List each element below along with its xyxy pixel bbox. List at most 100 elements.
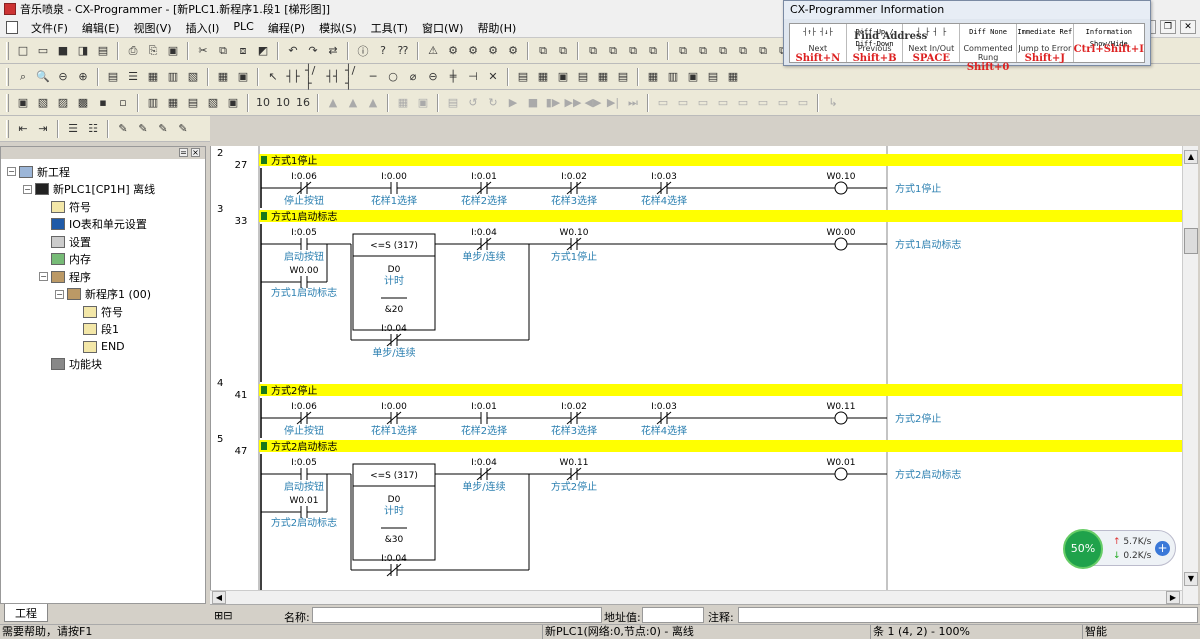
toolbar-button-icon[interactable]: ▤ <box>514 68 532 86</box>
tree-item[interactable]: 功能块 <box>7 356 205 374</box>
toolbar-button-icon[interactable]: 10 <box>274 94 292 112</box>
menu-item-5[interactable]: 编程(P) <box>261 20 312 36</box>
toolbar-button-icon[interactable]: ⧉ <box>214 42 232 60</box>
toolbar-button-icon[interactable]: ✎ <box>134 120 152 138</box>
toolbar-button-icon[interactable]: ▣ <box>14 94 32 112</box>
toolbar-button-icon[interactable]: ⧉ <box>714 42 732 60</box>
toolbar-button-icon[interactable]: ⧉ <box>624 42 642 60</box>
toolbar-button-icon[interactable]: ▦ <box>644 68 662 86</box>
toolbar-button-icon[interactable]: ▭ <box>794 94 812 112</box>
tree-expander-icon[interactable]: − <box>7 167 16 177</box>
toolbar-button-icon[interactable]: 10 <box>254 94 272 112</box>
toolbar-button-icon[interactable]: ▧ <box>184 68 202 86</box>
toolbar-button-icon[interactable]: ☷ <box>84 120 102 138</box>
workspace-pin-button[interactable]: = <box>179 148 188 157</box>
toolbar-grip[interactable] <box>6 119 9 138</box>
toolbar-button-icon[interactable]: ┤/┤ <box>344 64 362 90</box>
scroll-down-arrow[interactable]: ▼ <box>1184 572 1198 586</box>
comment-field[interactable] <box>738 607 1198 623</box>
toolbar-button-icon[interactable]: ⧉ <box>534 42 552 60</box>
toolbar-grip[interactable] <box>6 41 9 60</box>
tree-item[interactable]: − 新程序1 (00) <box>7 286 205 304</box>
toolbar-button-icon[interactable]: ⧉ <box>584 42 602 60</box>
toolbar-button-icon[interactable]: ▧ <box>34 94 52 112</box>
tree-item[interactable]: 符号 <box>7 198 205 216</box>
address-field[interactable] <box>642 607 704 623</box>
menu-item-8[interactable]: 窗口(W) <box>415 20 470 36</box>
scroll-left-arrow[interactable]: ◀ <box>212 591 226 604</box>
toolbar-button-icon[interactable]: ▮▶ <box>544 94 562 112</box>
expand-plus-icon[interactable]: + <box>1155 541 1170 556</box>
toolbar-button-icon[interactable]: ▤ <box>614 68 632 86</box>
tree-item[interactable]: 设置 <box>7 233 205 251</box>
toolbar-button-icon[interactable]: ☰ <box>64 120 82 138</box>
name-field[interactable] <box>312 607 602 623</box>
horizontal-scrollbar[interactable]: ◀ ▶ <box>210 590 1182 604</box>
toolbar-button-icon[interactable]: ◨ <box>74 42 92 60</box>
toolbar-button-icon[interactable]: ⇥ <box>34 120 52 138</box>
toolbar-button-icon[interactable]: ▣ <box>224 94 242 112</box>
toolbar-button-icon[interactable]: ▭ <box>654 94 672 112</box>
toolbar-button-icon[interactable]: ▲ <box>364 94 382 112</box>
toolbar-button-icon[interactable]: ▤ <box>104 68 122 86</box>
toolbar-button-icon[interactable]: ◀▶ <box>584 94 602 112</box>
toolbar-button-icon[interactable]: ─ <box>364 68 382 86</box>
toolbar-button-icon[interactable]: 16 <box>294 94 312 112</box>
toolbar-button-icon[interactable]: ◩ <box>254 42 272 60</box>
toolbar-button-icon[interactable]: ↖ <box>264 68 282 86</box>
toolbar-button-icon[interactable]: ⧉ <box>734 42 752 60</box>
toolbar-button-icon[interactable]: ▶| <box>604 94 622 112</box>
toolbar-button-icon[interactable]: ✎ <box>154 120 172 138</box>
toolbar-button-icon[interactable]: ▭ <box>754 94 772 112</box>
toolbar-button-icon[interactable]: ⊖ <box>54 68 72 86</box>
toolbar-button-icon[interactable]: ⊕ <box>74 68 92 86</box>
toolbar-button-icon[interactable]: ▶▶ <box>564 94 582 112</box>
toolbar-button-icon[interactable]: ⇄ <box>324 42 342 60</box>
toolbar-button-icon[interactable]: ⧉ <box>694 42 712 60</box>
restore-button[interactable]: ❐ <box>1160 20 1176 34</box>
vertical-scroll-thumb[interactable] <box>1184 228 1198 254</box>
toolbar-button-icon[interactable]: ▧ <box>204 94 222 112</box>
tab-project[interactable]: 工程 <box>4 604 48 622</box>
menu-item-9[interactable]: 帮助(H) <box>470 20 523 36</box>
toolbar-button-icon[interactable]: ⊖ <box>424 68 442 86</box>
toolbar-button-icon[interactable]: ▭ <box>774 94 792 112</box>
menu-item-0[interactable]: 文件(F) <box>24 20 75 36</box>
toolbar-button-icon[interactable]: ⊣ <box>464 68 482 86</box>
toolbar-button-icon[interactable]: ▫ <box>114 94 132 112</box>
menu-item-6[interactable]: 模拟(S) <box>312 20 364 36</box>
toolbar-button-icon[interactable]: ✂ <box>194 42 212 60</box>
menu-item-4[interactable]: PLC <box>226 20 260 36</box>
network-speed-widget[interactable]: 50% ↑ 5.7K/s ↓ 0.2K/s + <box>1063 529 1176 569</box>
toolbar-button-icon[interactable]: ⧉ <box>754 42 772 60</box>
toolbar-grip[interactable] <box>6 93 9 112</box>
toolbar-button-icon[interactable]: ▣ <box>164 42 182 60</box>
toolbar-button-icon[interactable]: ⌀ <box>404 68 422 86</box>
toolbar-button-icon[interactable]: ▶ <box>504 94 522 112</box>
infobar-nav-icon[interactable]: ⊞⊟ <box>214 609 232 622</box>
toolbar-button-icon[interactable]: ↶ <box>284 42 302 60</box>
toolbar-button-icon[interactable]: ✕ <box>484 68 502 86</box>
toolbar-button-icon[interactable]: ↳ <box>824 94 842 112</box>
toolbar-button-icon[interactable]: ⁇ <box>394 42 412 60</box>
toolbar-button-icon[interactable]: ⧉ <box>644 42 662 60</box>
tree-expander-icon[interactable]: − <box>23 184 32 194</box>
toolbar-button-icon[interactable]: ▦ <box>144 68 162 86</box>
toolbar-button-icon[interactable]: ⚙ <box>444 42 462 60</box>
toolbar-button-icon[interactable]: ┤├ <box>284 68 302 86</box>
toolbar-button-icon[interactable]: ⏭ <box>624 94 642 112</box>
tree-item[interactable]: − 新PLC1[CP1H] 离线 <box>7 181 205 199</box>
toolbar-button-icon[interactable]: ? <box>374 42 392 60</box>
toolbar-button-icon[interactable]: ▭ <box>694 94 712 112</box>
toolbar-button-icon[interactable]: ▤ <box>94 42 112 60</box>
toolbar-button-icon[interactable]: ▤ <box>444 94 462 112</box>
toolbar-button-icon[interactable]: ⇤ <box>14 120 32 138</box>
tree-expander-icon[interactable]: − <box>55 289 64 299</box>
tree-item[interactable]: END <box>7 338 205 356</box>
toolbar-button-icon[interactable]: ⧉ <box>674 42 692 60</box>
toolbar-button-icon[interactable]: ▨ <box>54 94 72 112</box>
toolbar-button-icon[interactable]: ▭ <box>714 94 732 112</box>
information-window[interactable]: CX-Programmer Information ┤↑├ ┤↓├ Next Shi… <box>783 0 1151 73</box>
tree-expander-icon[interactable]: − <box>39 272 48 282</box>
toolbar-button-icon[interactable]: ▩ <box>74 94 92 112</box>
